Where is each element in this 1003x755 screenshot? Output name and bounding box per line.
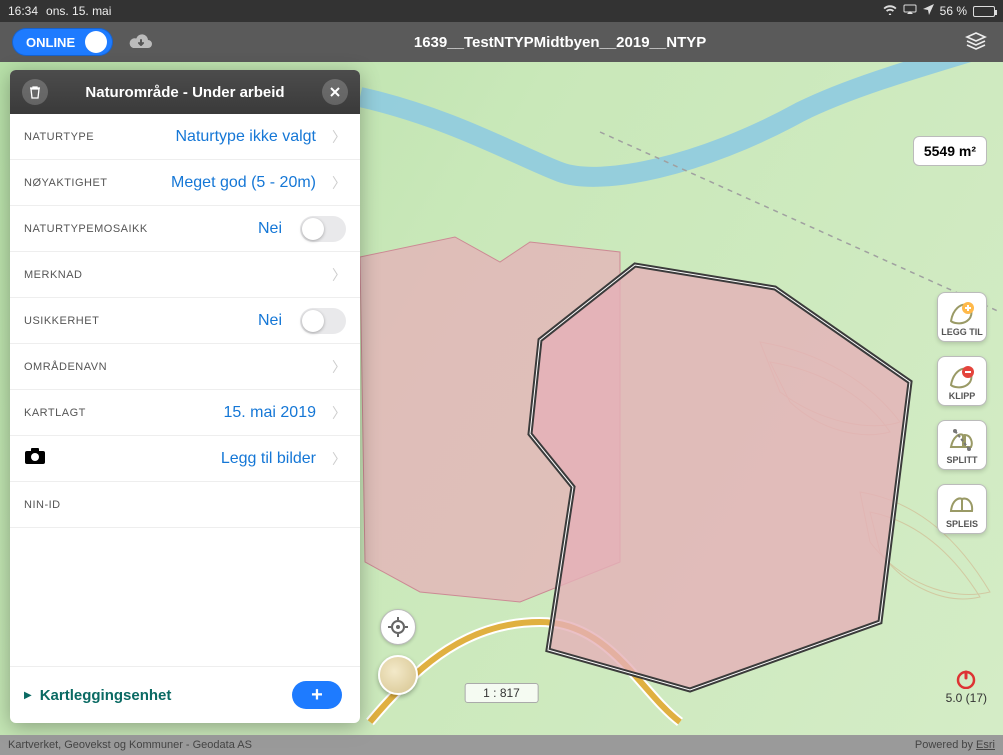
tool-klipp[interactable]: KLIPP <box>937 356 987 406</box>
chevron-right-icon: 〉 <box>332 127 346 147</box>
attribution-right: Powered by Esri <box>915 739 995 751</box>
trash-icon <box>28 85 42 99</box>
row-kartlagt[interactable]: KARTLAGT 15. mai 2019 〉 <box>10 390 360 436</box>
status-time: 16:34 <box>8 4 38 18</box>
row-mosaikk[interactable]: NATURTYPEMOSAIKK Nei <box>10 206 360 252</box>
chevron-right-icon: 〉 <box>332 403 346 423</box>
app-title: 1639__TestNTYPMidtbyen__2019__NTYP <box>169 34 951 51</box>
row-noyaktighet[interactable]: NØYAKTIGHET Meget god (5 - 20m) 〉 <box>10 160 360 206</box>
attribution-left: Kartverket, Geovekst og Kommuner - Geoda… <box>8 739 252 751</box>
status-date: ons. 15. mai <box>46 4 111 18</box>
row-merknad[interactable]: MERKNAD 〉 <box>10 252 360 298</box>
row-usikkerhet[interactable]: USIKKERHET Nei <box>10 298 360 344</box>
scale-bar: 1 : 817 <box>464 683 539 703</box>
tool-splitt[interactable]: SPLITT <box>937 420 987 470</box>
kartleggingsenhet-section[interactable]: ▶ Kartleggingsenhet + <box>10 666 360 723</box>
chevron-right-icon: 〉 <box>332 173 346 193</box>
status-bar: 16:34 ons. 15. mai 56 % <box>0 0 1003 22</box>
chevron-right-icon: 〉 <box>332 265 346 285</box>
chevron-right-icon: 〉 <box>332 449 346 469</box>
panel-title: Naturområde - Under arbeid <box>58 84 312 101</box>
close-icon <box>329 86 341 98</box>
esri-link[interactable]: Esri <box>976 739 995 751</box>
locate-button[interactable] <box>380 609 416 645</box>
feature-panel: Naturområde - Under arbeid NATURTYPE Nat… <box>10 70 360 723</box>
gps-accuracy-icon <box>955 669 977 689</box>
panel-rows: NATURTYPE Naturtype ikke valgt 〉 NØYAKTI… <box>10 114 360 666</box>
mosaikk-toggle[interactable] <box>300 216 346 242</box>
basemap-thumbnail[interactable] <box>378 655 418 695</box>
gps-accuracy: 5.0 (17) <box>946 669 987 705</box>
camera-icon <box>24 447 46 471</box>
tool-spleis[interactable]: SPLEIS <box>937 484 987 534</box>
cloud-download-button[interactable] <box>123 27 159 57</box>
row-naturtype[interactable]: NATURTYPE Naturtype ikke valgt 〉 <box>10 114 360 160</box>
add-kartleggingsenhet-button[interactable]: + <box>292 681 342 709</box>
online-label: ONLINE <box>26 35 75 50</box>
app-toolbar: ONLINE 1639__TestNTYPMidtbyen__2019__NTY… <box>0 22 1003 62</box>
row-bilder[interactable]: Legg til bilder 〉 <box>10 436 360 482</box>
usikkerhet-toggle[interactable] <box>300 308 346 334</box>
online-toggle[interactable]: ONLINE <box>12 28 113 56</box>
layers-button[interactable] <box>961 27 991 57</box>
battery-pct: 56 % <box>940 4 967 18</box>
location-icon <box>923 4 934 18</box>
row-ninid: NIN-ID <box>10 482 360 528</box>
tool-legg-til[interactable]: LEGG TIL <box>937 292 987 342</box>
attribution-bar: Kartverket, Geovekst og Kommuner - Geoda… <box>0 735 1003 755</box>
airplay-icon <box>903 4 917 18</box>
chevron-right-icon: 〉 <box>332 357 346 377</box>
battery-icon <box>973 6 995 17</box>
delete-button[interactable] <box>22 79 48 105</box>
row-omradenavn[interactable]: OMRÅDENAVN 〉 <box>10 344 360 390</box>
close-button[interactable] <box>322 79 348 105</box>
map-tools-column: LEGG TIL KLIPP SPLITT SPLEIS <box>937 292 987 534</box>
panel-header: Naturområde - Under arbeid <box>10 70 360 114</box>
expand-triangle-icon: ▶ <box>24 690 32 701</box>
area-badge: 5549 m² <box>913 136 987 166</box>
wifi-icon <box>883 4 897 18</box>
online-knob <box>85 31 107 53</box>
